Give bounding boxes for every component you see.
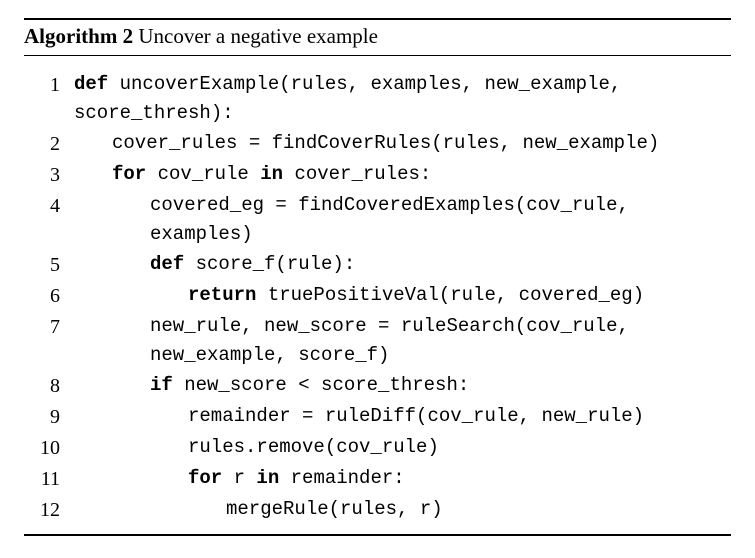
code-line: 10 rules.remove(cov_rule) <box>24 433 731 464</box>
code-token: uncoverExample(rules, examples, new_exam… <box>74 73 633 124</box>
code-line: 5def score_f(rule): <box>24 250 731 281</box>
code-text: if new_score < score_thresh: <box>74 371 731 400</box>
algorithm-body: 1def uncoverExample(rules, examples, new… <box>24 56 731 534</box>
code-text: remainder = ruleDiff(cov_rule, new_rule) <box>74 402 731 431</box>
code-token: cover_rules = findCoverRules(rules, new_… <box>112 132 659 154</box>
code-line: 11for r in remainder: <box>24 464 731 495</box>
code-token: score_f(rule): <box>196 253 356 275</box>
code-text: for r in remainder: <box>74 464 731 493</box>
code-line: 9 remainder = ruleDiff(cov_rule, new_rule… <box>24 402 731 433</box>
code-line: 4 covered_eg = findCoveredExamples(cov_ru… <box>24 191 731 250</box>
keyword: for <box>188 467 234 489</box>
line-number: 2 <box>24 129 74 160</box>
keyword: def <box>74 73 120 95</box>
code-token: rules.remove(cov_rule) <box>188 436 439 458</box>
line-number: 3 <box>24 160 74 191</box>
code-line: 1def uncoverExample(rules, examples, new… <box>24 70 731 129</box>
algorithm-title-row: Algorithm 2 Uncover a negative example <box>24 20 731 56</box>
code-text: rules.remove(cov_rule) <box>74 433 731 462</box>
code-text: new_rule, new_score = ruleSearch(cov_rul… <box>74 312 731 371</box>
line-number: 10 <box>24 433 74 464</box>
code-line: 7 new_rule, new_score = ruleSearch(cov_ru… <box>24 312 731 371</box>
code-token: r <box>234 467 257 489</box>
code-text: def score_f(rule): <box>74 250 731 279</box>
line-number: 5 <box>24 250 74 281</box>
code-line: 8if new_score < score_thresh: <box>24 371 731 402</box>
line-number: 9 <box>24 402 74 433</box>
code-line: 2 cover_rules = findCoverRules(rules, new… <box>24 129 731 160</box>
keyword: return <box>188 284 268 306</box>
line-number: 4 <box>24 191 74 222</box>
keyword: if <box>150 374 184 396</box>
code-text: covered_eg = findCoveredExamples(cov_rul… <box>74 191 731 250</box>
code-text: for cov_rule in cover_rules: <box>74 160 731 189</box>
code-token: remainder: <box>291 467 405 489</box>
algorithm-caption: Uncover a negative example <box>138 24 378 48</box>
line-number: 1 <box>24 70 74 101</box>
code-text: mergeRule(rules, r) <box>74 495 731 524</box>
code-token: cover_rules: <box>294 163 431 185</box>
code-token: covered_eg = findCoveredExamples(cov_rul… <box>150 194 640 245</box>
code-text: return truePositiveVal(rule, covered_eg) <box>74 281 731 310</box>
line-number: 12 <box>24 495 74 526</box>
code-line: 6return truePositiveVal(rule, covered_eg… <box>24 281 731 312</box>
algorithm-block: Algorithm 2 Uncover a negative example 1… <box>24 18 731 536</box>
code-line: 3for cov_rule in cover_rules: <box>24 160 731 191</box>
code-token: remainder = ruleDiff(cov_rule, new_rule) <box>188 405 644 427</box>
algorithm-label: Algorithm 2 <box>24 24 133 48</box>
code-text: def uncoverExample(rules, examples, new_… <box>74 70 731 129</box>
keyword: def <box>150 253 196 275</box>
keyword: in <box>260 163 294 185</box>
code-token: cov_rule <box>158 163 261 185</box>
code-token: truePositiveVal(rule, covered_eg) <box>268 284 644 306</box>
code-token: new_rule, new_score = ruleSearch(cov_rul… <box>150 315 640 366</box>
line-number: 11 <box>24 464 74 495</box>
line-number: 7 <box>24 312 74 343</box>
code-token: new_score < score_thresh: <box>184 374 469 396</box>
keyword: in <box>256 467 290 489</box>
code-token: mergeRule(rules, r) <box>226 498 443 520</box>
line-number: 8 <box>24 371 74 402</box>
line-number: 6 <box>24 281 74 312</box>
code-line: 12 mergeRule(rules, r) <box>24 495 731 526</box>
keyword: for <box>112 163 158 185</box>
code-text: cover_rules = findCoverRules(rules, new_… <box>74 129 731 158</box>
